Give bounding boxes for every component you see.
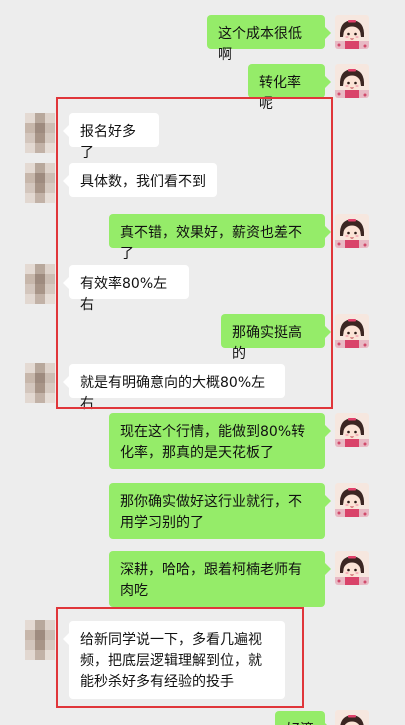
cartoon-girl-avatar[interactable] bbox=[335, 710, 369, 725]
message-row: 好滴 bbox=[0, 0, 405, 725]
message-bubble[interactable]: 好滴 bbox=[275, 711, 331, 725]
